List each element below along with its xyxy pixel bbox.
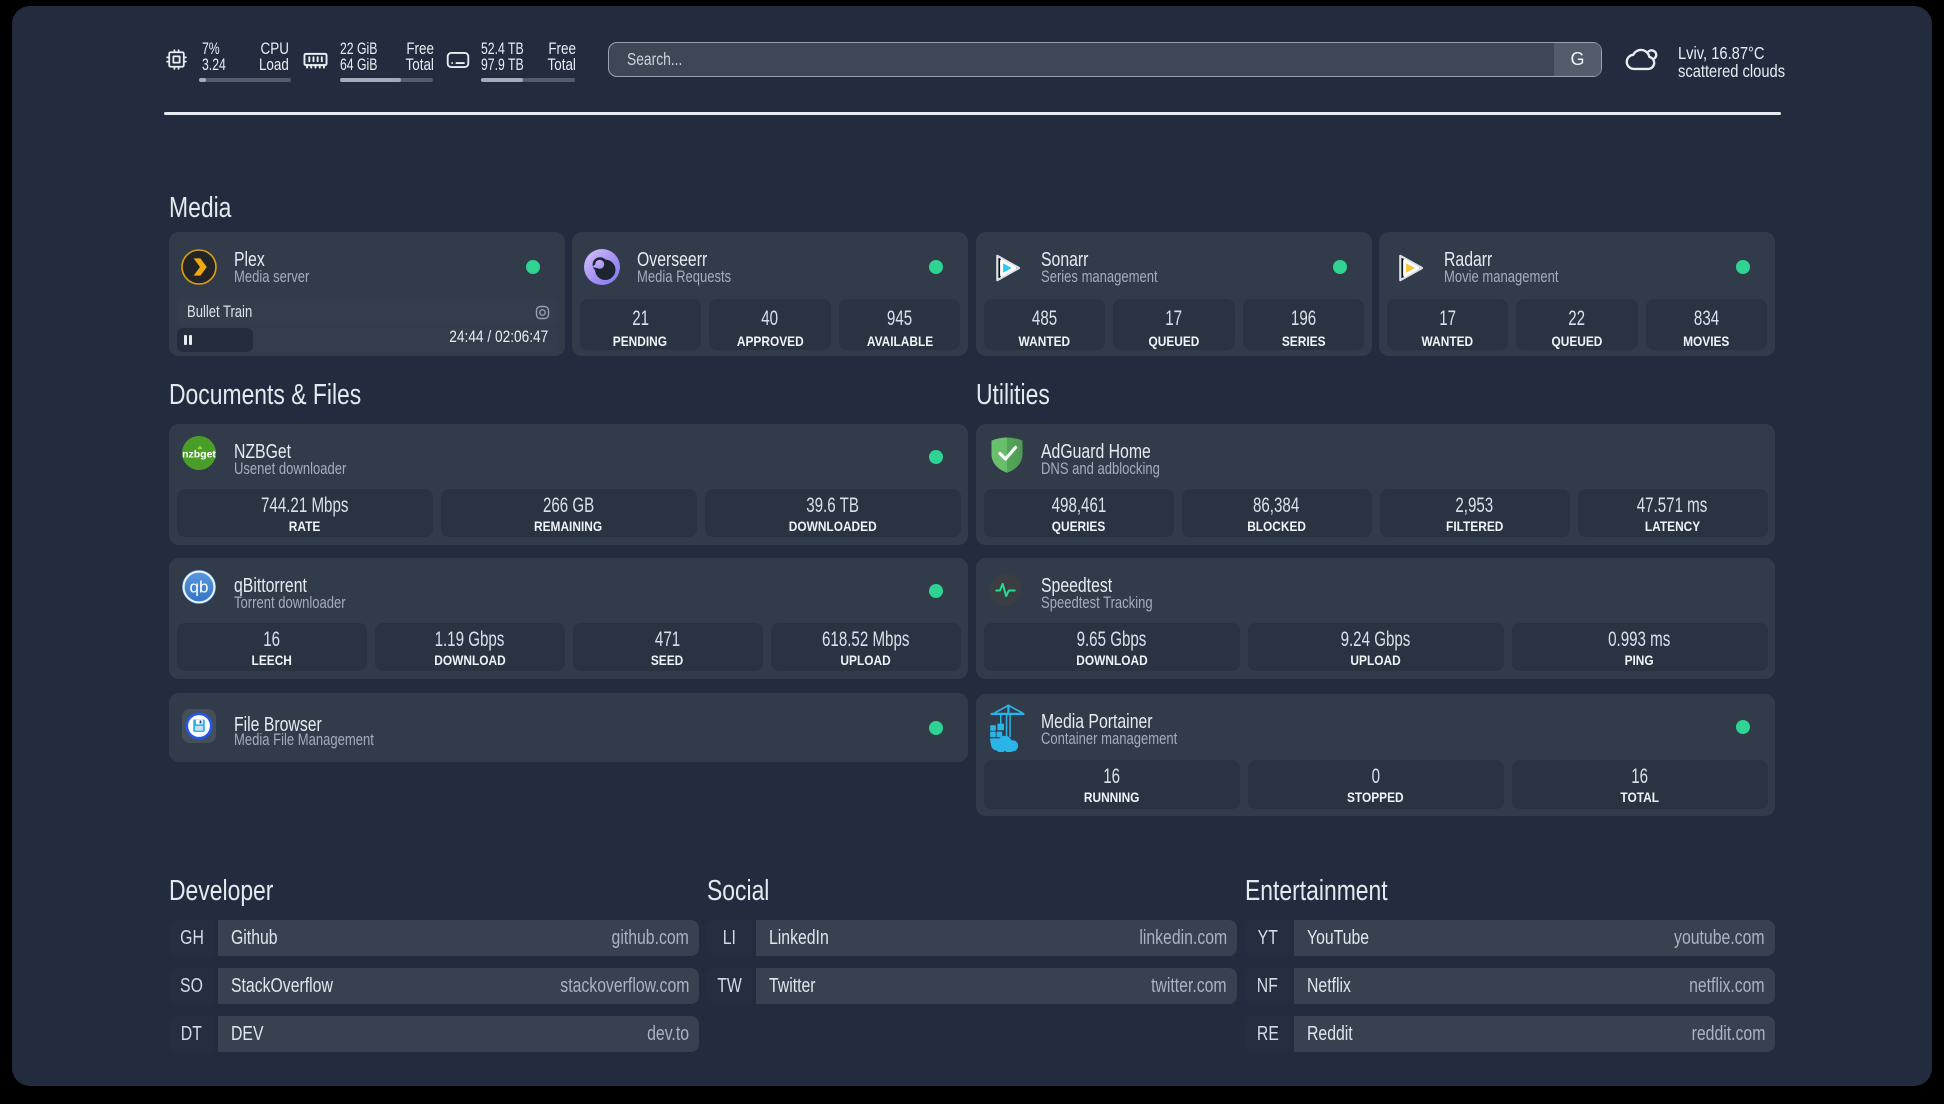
svg-text:nzbget: nzbget (182, 449, 216, 461)
svg-text:qb: qb (190, 578, 209, 597)
